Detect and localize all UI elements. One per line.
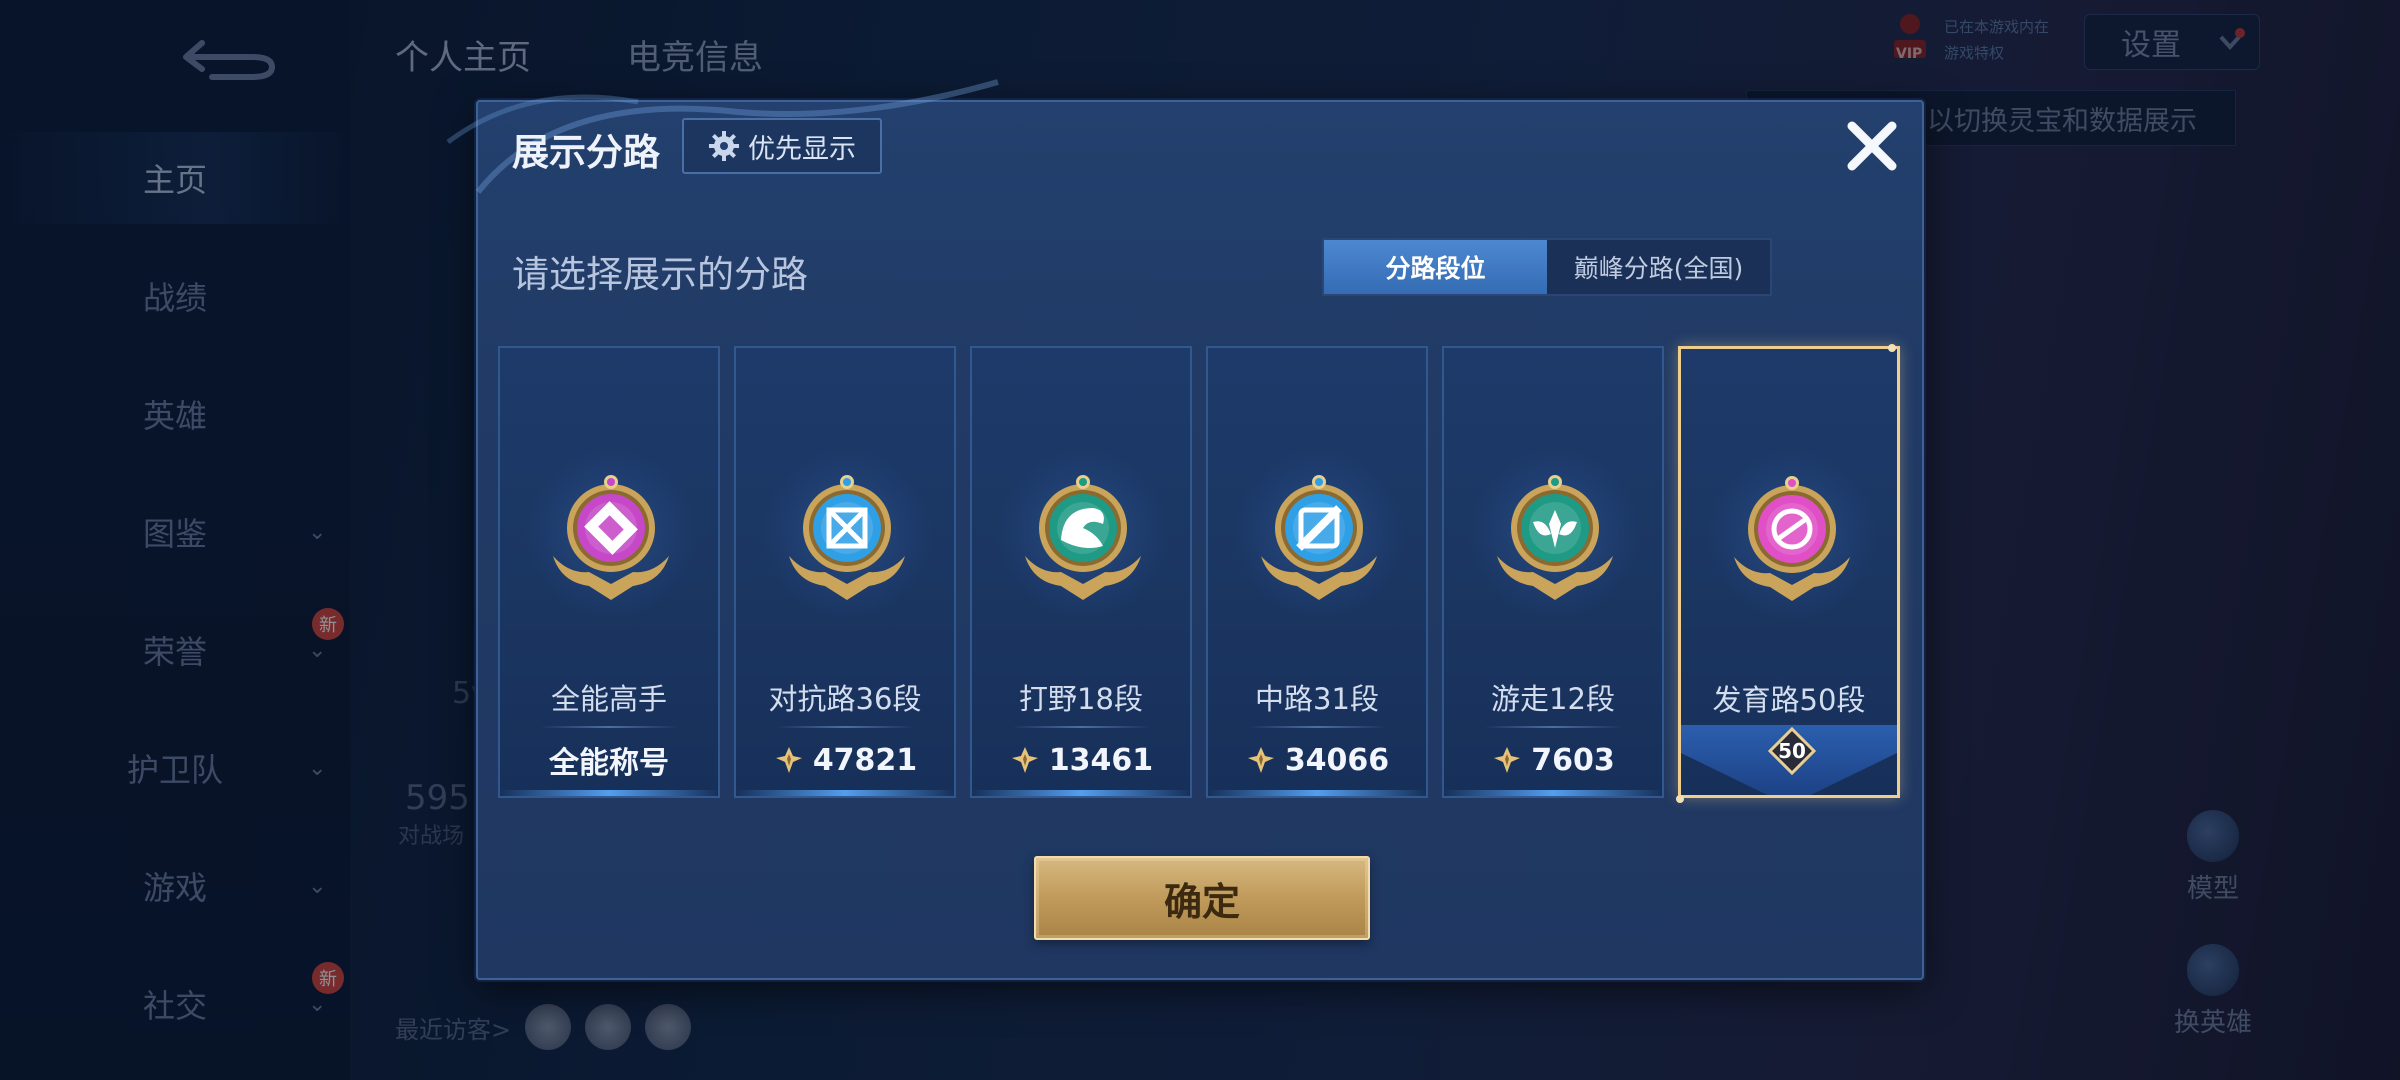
lane-score-value: 全能称号 (549, 746, 669, 781)
dialog-subtitle: 请选择展示的分路 (512, 253, 808, 296)
card-bottom-glow (972, 790, 1190, 796)
card-bottom-glow (1208, 790, 1426, 796)
level-badge-text: 50 (1778, 739, 1806, 763)
divider (1248, 726, 1386, 728)
card-bottom-glow (736, 790, 954, 796)
lane-rank-label: 中路31段 (1255, 682, 1379, 716)
lane-display-dialog: 展示分路 优先显示 请选择展示的分路 分路段位 巅峰分路(全国) 全能高手全能称… (446, 79, 1924, 980)
lane-card[interactable]: 发育路50段 50 (1676, 344, 1900, 803)
tab-peak-lane-national[interactable]: 巅峰分路(全国) (1547, 240, 1770, 294)
farm-lane-emblem-icon (1712, 449, 1872, 609)
peak-score-icon (1011, 747, 1038, 773)
selection-corner-dot (1888, 344, 1896, 352)
lane-score: 7603 (1444, 740, 1662, 780)
divider (1484, 726, 1622, 728)
peak-score-icon (1247, 747, 1274, 773)
mid-lane-emblem-icon (1239, 448, 1399, 608)
card-bottom-glow (500, 790, 718, 796)
close-icon (1847, 121, 1897, 171)
close-button[interactable] (1836, 110, 1908, 182)
lane-card[interactable]: 全能高手 全能称号 (498, 346, 720, 798)
lane-card[interactable]: 游走12段 7603 (1442, 346, 1664, 798)
allround-lane-emblem-icon (531, 448, 691, 608)
lane-card[interactable]: 打野18段 13461 (970, 346, 1192, 798)
lane-score: 34066 (1208, 740, 1426, 780)
priority-display-label: 优先显示 (748, 133, 856, 165)
selection-corner-dot (1676, 795, 1684, 803)
gear-icon (709, 131, 739, 161)
peak-score-icon (775, 747, 802, 773)
lane-score: 13461 (972, 740, 1190, 780)
lane-score: 全能称号 (500, 740, 718, 781)
lane-card[interactable]: 对抗路36段 47821 (734, 346, 956, 798)
lane-rank-label: 打野18段 (1019, 682, 1143, 716)
tab-lane-rank[interactable]: 分路段位 (1324, 240, 1547, 294)
lane-rank-label: 游走12段 (1491, 682, 1615, 716)
lane-score: 47821 (736, 740, 954, 780)
lane-score-value: 34066 (1284, 742, 1390, 778)
peak-score-icon (1494, 747, 1521, 773)
divider (540, 726, 678, 728)
jungle-lane-emblem-icon (1003, 448, 1163, 608)
confirm-label: 确定 (1163, 879, 1240, 924)
lane-score-value: 7603 (1531, 742, 1615, 778)
roam-lane-emblem-icon (1475, 448, 1635, 608)
lane-score-value: 13461 (1048, 742, 1154, 778)
dialog-title: 展示分路 (512, 131, 660, 174)
lane-rank-label: 对抗路36段 (768, 682, 922, 716)
divider (776, 726, 914, 728)
card-bottom-glow (1444, 790, 1662, 796)
lane-score-value: 47821 (812, 742, 918, 778)
level-badge: 50 (1766, 725, 1818, 777)
lane-rank-label: 发育路50段 (1712, 683, 1866, 717)
lane-card[interactable]: 中路31段 34066 (1206, 346, 1428, 798)
clash-lane-emblem-icon (767, 448, 927, 608)
confirm-button[interactable]: 确定 (1034, 856, 1370, 940)
divider (1012, 726, 1150, 728)
priority-display-button[interactable]: 优先显示 (682, 118, 882, 174)
lane-type-toggle: 分路段位 巅峰分路(全国) (1322, 238, 1772, 296)
lane-rank-label: 全能高手 (550, 682, 667, 716)
